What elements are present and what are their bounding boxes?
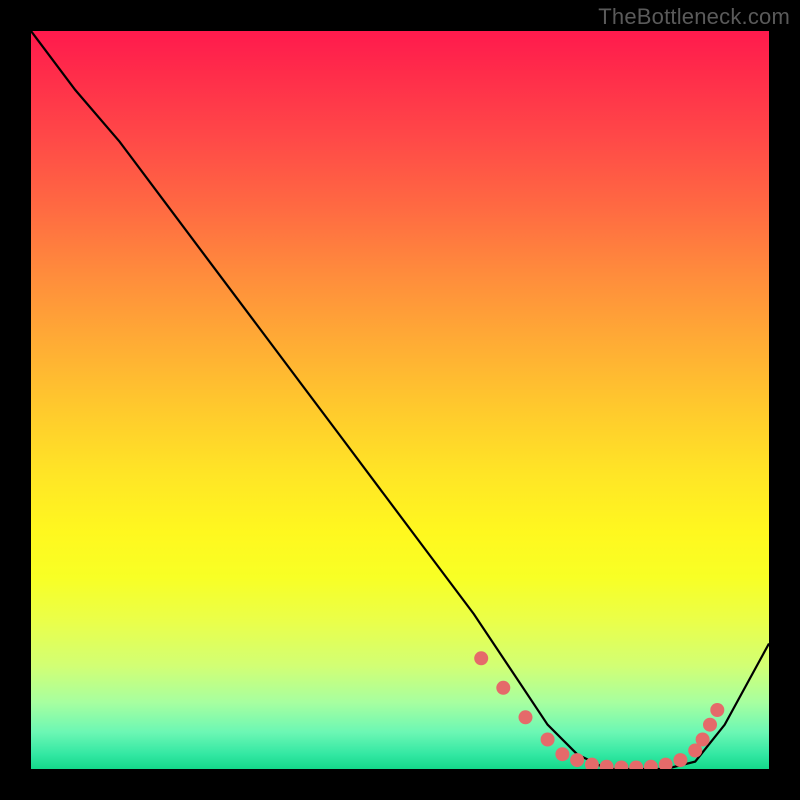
main-curve (31, 31, 769, 769)
marker-dot (696, 733, 710, 747)
plot-area (31, 31, 769, 769)
marker-dot (600, 760, 614, 769)
marker-dot (496, 681, 510, 695)
attribution-label: TheBottleneck.com (598, 4, 790, 30)
marker-dot (570, 753, 584, 767)
marker-dot (703, 718, 717, 732)
marker-dot (541, 733, 555, 747)
marker-dot (659, 758, 673, 769)
marker-dot (629, 761, 643, 770)
marker-dot (474, 651, 488, 665)
marker-dot (710, 703, 724, 717)
marker-dot (673, 753, 687, 767)
marker-dot (644, 760, 658, 769)
marker-dot (614, 761, 628, 770)
curve-layer (31, 31, 769, 769)
marker-dot (519, 710, 533, 724)
chart-frame: TheBottleneck.com (0, 0, 800, 800)
marker-dot (555, 747, 569, 761)
